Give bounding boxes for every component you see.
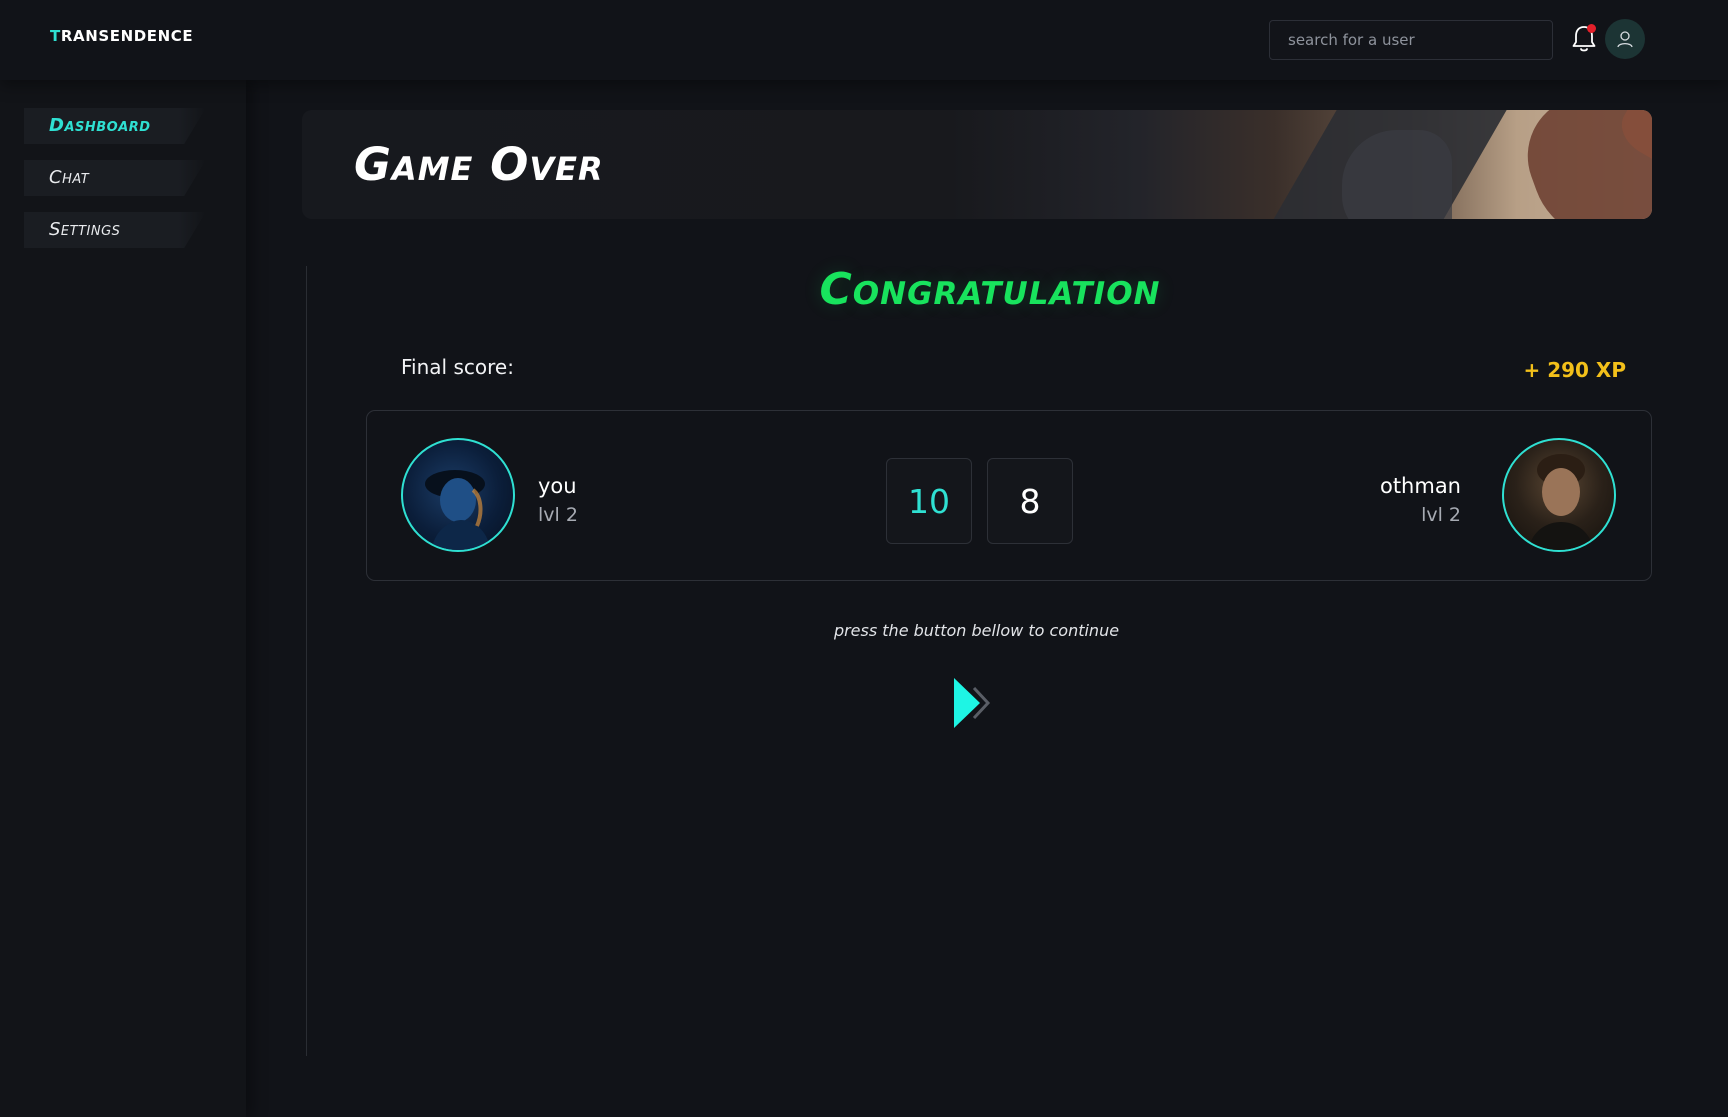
- score-opponent: 8: [987, 458, 1073, 544]
- game-over-banner: Game Over: [302, 110, 1652, 219]
- continue-button[interactable]: [950, 675, 1000, 731]
- brand-logo[interactable]: TRANSENDENCE: [50, 27, 193, 45]
- top-bar: TRANSENDENCE: [0, 0, 1728, 80]
- player-name-you: you: [538, 474, 577, 498]
- result-headline: Congratulation: [819, 264, 1161, 315]
- user-icon: [1617, 31, 1633, 48]
- score-card: you lvl 2 10 8 othman lvl 2: [366, 410, 1652, 581]
- sidebar-item-dashboard[interactable]: Dashboard: [24, 108, 206, 144]
- player-avatar-opponent[interactable]: [1502, 438, 1616, 552]
- brand-logo-rest: RANSENDENCE: [60, 27, 194, 45]
- final-score-label: Final score:: [401, 355, 514, 379]
- player-name-opponent: othman: [1379, 474, 1461, 498]
- sidebar-item-chat[interactable]: Chat: [24, 160, 206, 196]
- page-title: Game Over: [354, 138, 604, 191]
- player-avatar-you[interactable]: [401, 438, 515, 552]
- score-you: 10: [886, 458, 972, 544]
- xp-gain: + 290 XP: [1523, 358, 1626, 382]
- profile-button[interactable]: [1605, 19, 1645, 59]
- double-chevron-right-icon: [954, 678, 991, 728]
- search-input[interactable]: [1269, 20, 1553, 60]
- player-level-opponent: lvl 2: [1421, 504, 1461, 526]
- sidebar-item-settings[interactable]: Settings: [24, 212, 206, 248]
- player-level-you: lvl 2: [538, 504, 578, 526]
- sidebar: Dashboard Chat Settings: [0, 80, 246, 1117]
- content-divider: [306, 266, 307, 1056]
- notification-dot: [1587, 24, 1596, 33]
- continue-hint: press the button bellow to continue: [833, 621, 1120, 640]
- brand-logo-first-letter: T: [50, 27, 61, 45]
